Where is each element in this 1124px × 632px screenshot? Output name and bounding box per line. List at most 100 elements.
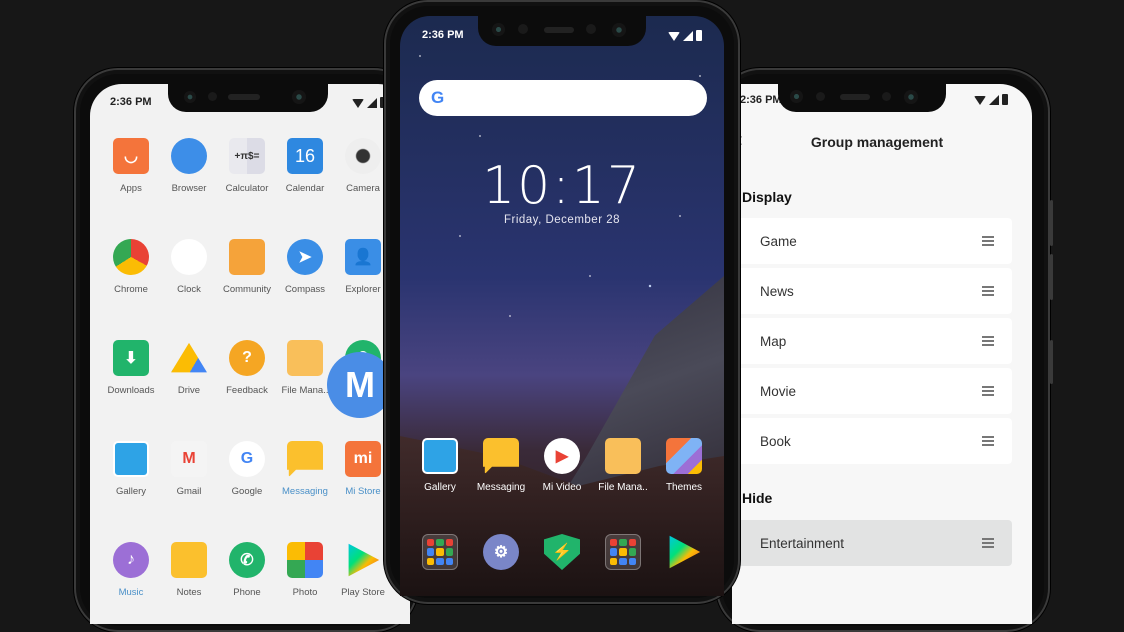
app-compass[interactable]: ➤ Compass (276, 239, 334, 295)
themes-icon (666, 438, 702, 474)
status-icons (974, 94, 1008, 105)
app-label: Browser (171, 183, 207, 194)
app-phone[interactable]: ✆ Phone (218, 542, 276, 598)
app-calculator[interactable]: +π$= Calculator (218, 138, 276, 194)
google-folder-icon (422, 534, 458, 570)
front-camera-icon (790, 90, 803, 103)
front-camera-icon (492, 23, 505, 36)
dock-tools-folder[interactable] (593, 534, 653, 570)
dock-security[interactable]: ⚡ (532, 534, 592, 570)
feedback-icon: ? (229, 340, 265, 376)
app-downloads[interactable]: ⬇ Downloads (102, 340, 160, 396)
group-item-entertainment[interactable]: Entertainment (732, 520, 1012, 566)
app-messaging[interactable]: Messaging (276, 441, 334, 497)
app-file-mana[interactable]: File Mana.. (276, 340, 334, 396)
dock-settings[interactable]: ⚙ (471, 534, 531, 570)
app-music[interactable]: ♪ Music (102, 542, 160, 598)
app-label: File Mana.. (598, 482, 648, 493)
app-notes[interactable]: Notes (160, 542, 218, 598)
app-feedback[interactable]: ? Feedback (218, 340, 276, 396)
clock-widget-time: 10:17 (482, 156, 642, 216)
app-label: Camera (346, 183, 380, 194)
group-item-label: Movie (760, 383, 797, 399)
home-app-messaging[interactable]: Messaging (471, 438, 531, 493)
app-label: Downloads (107, 385, 155, 396)
chrome-icon (113, 239, 149, 275)
google-icon: G (229, 441, 265, 477)
group-item-label: Book (760, 433, 791, 449)
app-clock[interactable]: Clock (160, 239, 218, 295)
home-app-file-mana[interactable]: File Mana.. (593, 438, 653, 493)
app-drive[interactable]: Drive (160, 340, 218, 396)
explorer-icon: 👤 (345, 239, 381, 275)
group-item-game[interactable]: Game (732, 218, 1012, 264)
gmail-icon: M (171, 441, 207, 477)
earpiece (228, 94, 260, 100)
app-label: Feedback (226, 385, 268, 396)
dock-google-folder[interactable] (410, 534, 470, 570)
dock-play-store[interactable] (654, 534, 714, 570)
app-label: Phone (233, 587, 261, 598)
app-drawer-screen: 2:36 PM ◡ Apps Browser +π$= Calculator 16 Cale… (90, 84, 410, 624)
mi-video-icon: ▶ (544, 438, 580, 474)
group-item-map[interactable]: Map (732, 318, 1012, 364)
drag-handle-icon[interactable] (982, 436, 994, 446)
home-app-gallery[interactable]: Gallery (410, 438, 470, 493)
sensor (586, 24, 596, 34)
drag-handle-icon[interactable] (982, 286, 994, 296)
music-icon: ♪ (113, 542, 149, 578)
wifi-icon (352, 99, 364, 108)
signal-icon (989, 95, 999, 105)
drag-handle-icon[interactable] (982, 236, 994, 246)
app-photo[interactable]: Photo (276, 542, 334, 598)
app-browser[interactable]: Browser (160, 138, 218, 194)
app-label: Mi Store (345, 486, 381, 497)
signal-icon (367, 98, 377, 108)
home-app-mi-video[interactable]: ▶ Mi Video (532, 438, 592, 493)
app-google[interactable]: G Google (218, 441, 276, 497)
group-item-news[interactable]: News (732, 268, 1012, 314)
group-item-label: Game (760, 233, 797, 249)
drag-handle-icon[interactable] (982, 538, 994, 548)
left-phone: 2:36 PM ◡ Apps Browser +π$= Calculator 16 Cale… (74, 68, 418, 632)
downloads-icon: ⬇ (113, 340, 149, 376)
earpiece (840, 94, 870, 100)
group-item-label: Map (760, 333, 787, 349)
folder-icon (287, 340, 323, 376)
google-search-bar[interactable]: G (419, 80, 707, 116)
home-app-themes[interactable]: Themes (654, 438, 714, 493)
drag-handle-icon[interactable] (982, 386, 994, 396)
app-label: Google (231, 486, 263, 497)
group-item-book[interactable]: Book (732, 418, 1012, 464)
notes-icon (171, 542, 207, 578)
app-gmail[interactable]: M Gmail (160, 441, 218, 497)
app-label: Compass (284, 284, 326, 295)
hide-section-title: Hide (742, 490, 773, 506)
mi-apps-icon: ◡ (113, 138, 149, 174)
notch (778, 82, 946, 112)
drag-handle-icon[interactable] (982, 336, 994, 346)
app-label: Apps (120, 183, 142, 194)
app-label: Chrome (114, 284, 148, 295)
app-apps[interactable]: ◡ Apps (102, 138, 160, 194)
group-item-movie[interactable]: Movie (732, 368, 1012, 414)
app-community[interactable]: Community (218, 239, 276, 295)
notch (478, 14, 646, 46)
app-calendar[interactable]: 16 Calendar (276, 138, 334, 194)
gallery-icon (422, 438, 458, 474)
battery-icon (696, 30, 702, 41)
app-chrome[interactable]: Chrome (102, 239, 160, 295)
wifi-icon (974, 96, 986, 105)
app-label: Gallery (424, 482, 456, 493)
drive-icon (171, 342, 207, 373)
app-gallery[interactable]: Gallery (102, 441, 160, 497)
app-label: Messaging (476, 482, 526, 493)
app-label: Calendar (285, 183, 325, 194)
app-label: Messaging (282, 486, 328, 497)
app-label: Community (222, 284, 272, 295)
app-label: Notes (176, 587, 202, 598)
app-label: Clock (177, 284, 201, 295)
clock-widget-date: Friday, December 28 (503, 214, 621, 226)
compass-icon: ➤ (287, 239, 323, 275)
power-button (1050, 340, 1053, 384)
